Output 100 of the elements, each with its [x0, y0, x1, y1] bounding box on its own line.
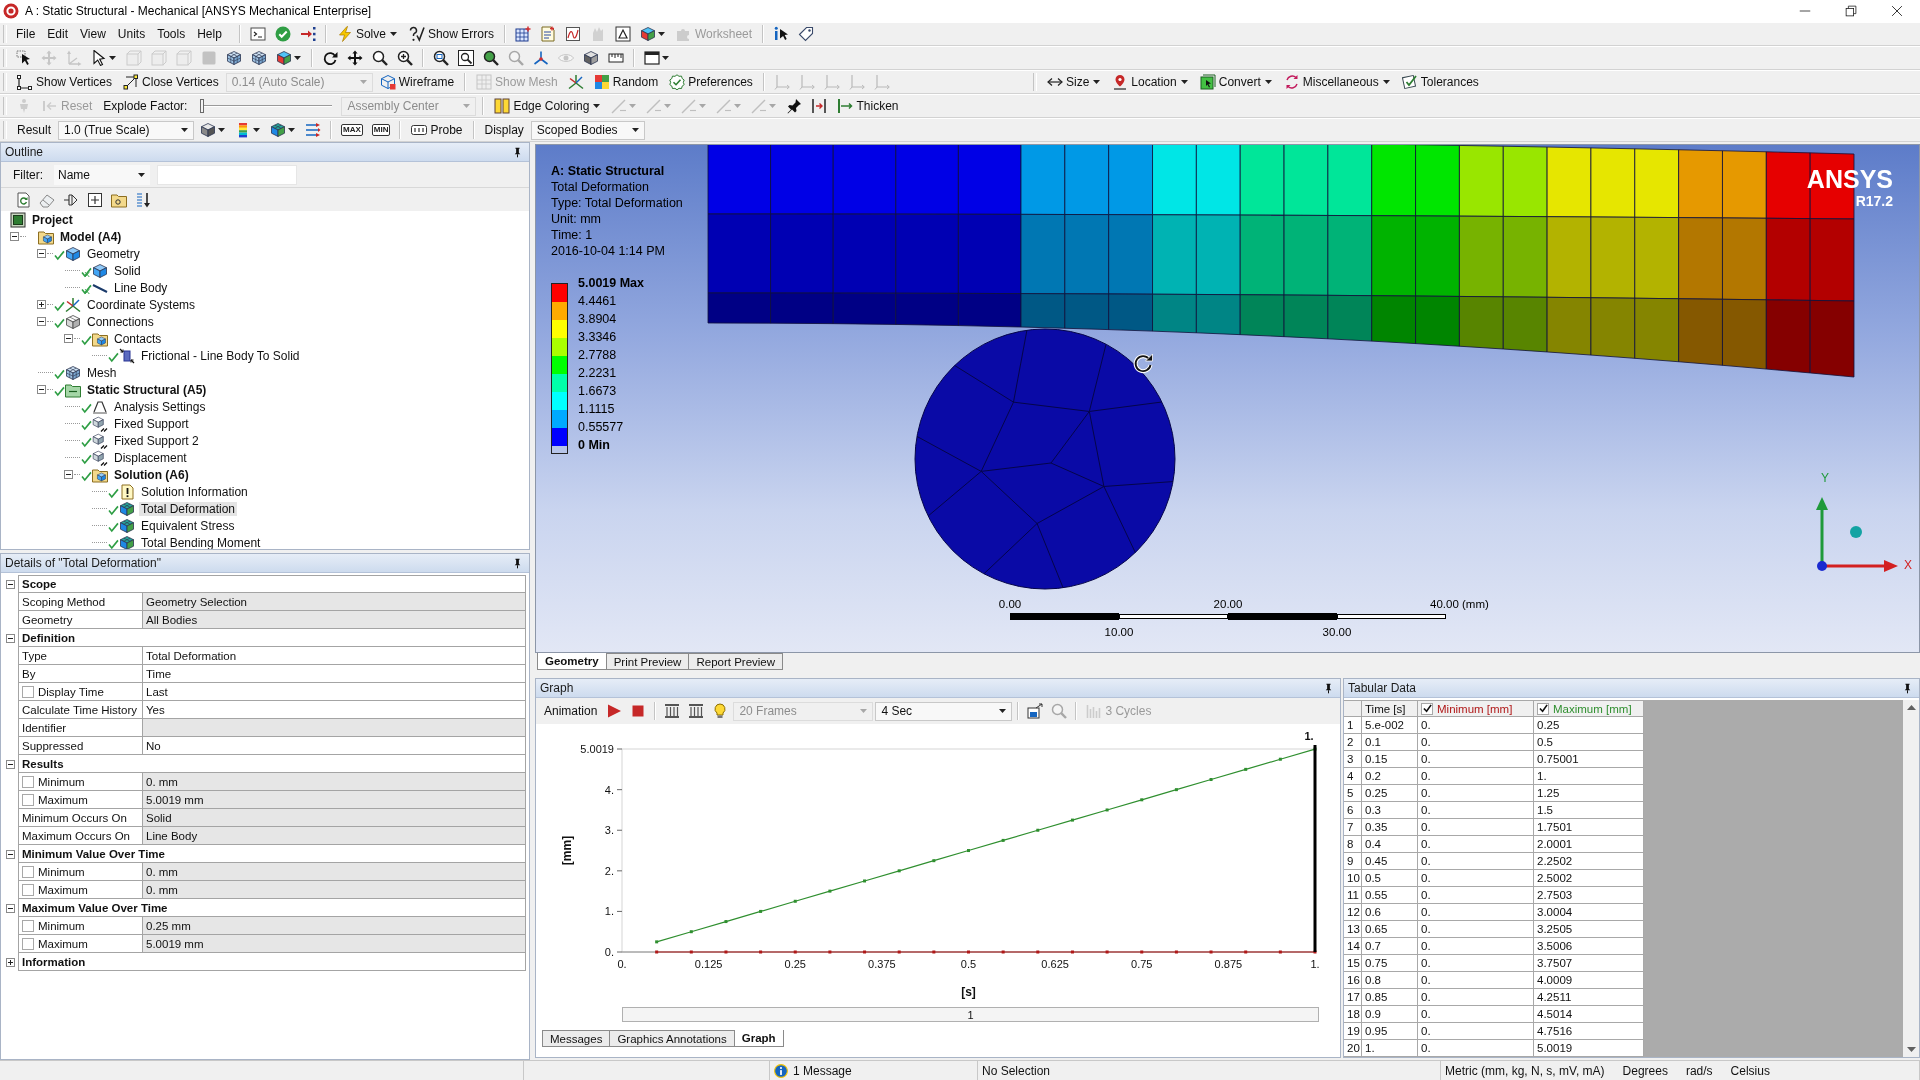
toolbar-button[interactable]: Show Vertices	[13, 72, 117, 92]
color-cube-icon[interactable]	[270, 122, 286, 138]
caret-icon[interactable]	[109, 56, 116, 60]
collapse-icon[interactable]	[37, 317, 46, 326]
axes-icon[interactable]	[567, 74, 584, 90]
property-value[interactable]: No	[142, 737, 526, 755]
collapse-icon[interactable]	[64, 334, 73, 343]
tab[interactable]: Print Preview	[605, 653, 690, 670]
export-icon[interactable]	[1027, 703, 1044, 719]
branch-icon[interactable]	[63, 191, 79, 208]
arrows-icon[interactable]	[305, 122, 321, 138]
filter-dropdown[interactable]: Name	[54, 164, 150, 185]
tree-item[interactable]: Frictional - Line Body To Solid	[139, 348, 302, 363]
tree-item[interactable]: Mesh	[85, 365, 119, 380]
tripod-axes-icon[interactable]	[533, 50, 549, 66]
dropdown-field[interactable]: 1.0 (True Scale)	[58, 120, 194, 140]
menu-item[interactable]: Tools	[151, 25, 192, 43]
toolbar-button[interactable]: Location	[1108, 72, 1193, 92]
tree-item[interactable]: Line Body	[112, 280, 170, 295]
restore-icon[interactable]	[1845, 5, 1857, 17]
toolbar-button[interactable]: Thicken	[833, 96, 903, 116]
tree-item[interactable]: Analysis Settings	[112, 399, 208, 414]
play-icon[interactable]	[606, 703, 623, 719]
tab[interactable]: Graph	[733, 1030, 784, 1047]
toolbar-button[interactable]: MAX	[341, 124, 363, 136]
frames-icon[interactable]	[664, 703, 681, 719]
zoom-fit-icon[interactable]	[433, 50, 449, 66]
stop-icon[interactable]	[630, 703, 647, 719]
expand-icon[interactable]	[6, 957, 15, 967]
toolbar-button[interactable]: Tolerances	[1397, 72, 1483, 92]
checkbox[interactable]	[22, 793, 34, 806]
tree-item[interactable]: Geometry	[85, 246, 142, 261]
sort-icon[interactable]	[135, 191, 151, 208]
window-icon[interactable]	[644, 50, 660, 66]
page-icon[interactable]	[539, 26, 556, 42]
pan-icon[interactable]	[347, 50, 363, 66]
tab[interactable]: Geometry	[537, 653, 607, 670]
menu-item[interactable]: Edit	[41, 25, 75, 43]
menu-item[interactable]: File	[10, 25, 42, 43]
check-circle-icon[interactable]	[274, 26, 291, 42]
expand-icon[interactable]	[37, 300, 46, 309]
checkbox[interactable]	[22, 937, 34, 950]
info-cursor-icon[interactable]	[773, 26, 790, 42]
zoom-icon[interactable]	[483, 50, 499, 66]
caret-icon[interactable]	[657, 32, 665, 36]
checkbox[interactable]	[22, 919, 34, 932]
collapse-icon[interactable]	[6, 849, 15, 859]
tree-item[interactable]: Contacts	[112, 331, 164, 346]
menu-item[interactable]: Units	[111, 25, 152, 43]
checkbox[interactable]	[1421, 702, 1433, 715]
caret-icon[interactable]	[294, 56, 301, 60]
toolbar-button[interactable]: Miscellaneous	[1279, 72, 1395, 92]
tag-icon[interactable]	[798, 26, 815, 42]
checkbox[interactable]	[22, 685, 34, 698]
expand-icon[interactable]	[87, 191, 103, 208]
tree-item[interactable]: Equivalent Stress	[139, 518, 237, 533]
collapse-icon[interactable]	[10, 232, 19, 241]
menu-item[interactable]: Help	[191, 25, 228, 43]
property-value[interactable]: Last	[142, 683, 526, 701]
caret-icon[interactable]	[218, 128, 225, 132]
group-label[interactable]: Scope	[18, 575, 526, 593]
toolbar-button[interactable]: Wireframe	[375, 72, 459, 92]
pin-icon[interactable]	[1902, 682, 1913, 694]
caret-icon[interactable]	[662, 56, 669, 60]
checkbox[interactable]	[22, 865, 34, 878]
property-value[interactable]: Yes	[142, 701, 526, 719]
tree-item[interactable]: Solid	[112, 263, 143, 278]
ruler-icon[interactable]	[608, 50, 624, 66]
collapse-icon[interactable]	[37, 385, 46, 394]
bulb-icon[interactable]	[712, 703, 729, 719]
color-cube-icon[interactable]	[639, 26, 656, 42]
toolbar-button[interactable]: Size	[1043, 72, 1106, 92]
group-label[interactable]: Information	[18, 953, 526, 971]
checkbox[interactable]	[1537, 702, 1549, 715]
collapse-icon[interactable]	[6, 633, 15, 643]
menu-item[interactable]: View	[74, 25, 112, 43]
tree-item[interactable]: Total Bending Moment	[139, 535, 263, 549]
property-value[interactable]: Time	[142, 665, 526, 683]
tree-item[interactable]: Model (A4)	[58, 229, 124, 244]
slider-thumb[interactable]	[200, 99, 205, 113]
pin-icon[interactable]	[512, 146, 523, 158]
frames-icon[interactable]	[688, 703, 705, 719]
collapse-icon[interactable]	[6, 903, 15, 913]
tree-item[interactable]: Fixed Support 2	[112, 433, 201, 448]
tab[interactable]: Report Preview	[688, 653, 784, 670]
caret-icon[interactable]	[253, 128, 260, 132]
slider-track[interactable]	[200, 97, 333, 115]
cursor-icon[interactable]	[91, 50, 107, 66]
toolbar-button[interactable]: Close Vertices	[119, 72, 223, 92]
tree-item[interactable]: Connections	[85, 314, 156, 329]
bracket-icon[interactable]	[811, 98, 828, 114]
toolbar-button[interactable]: Edge Coloring	[490, 96, 606, 116]
tree-item[interactable]: Total Deformation	[139, 501, 238, 516]
time-slider-field[interactable]: 1	[622, 1007, 1319, 1022]
close-icon[interactable]	[1891, 5, 1903, 17]
tree-item[interactable]: Coordinate Systems	[85, 297, 198, 312]
collapse-icon[interactable]	[6, 579, 15, 589]
tab[interactable]: Graphics Annotations	[609, 1030, 735, 1047]
collapse-icon[interactable]	[6, 759, 15, 769]
table-icon[interactable]	[514, 26, 531, 42]
